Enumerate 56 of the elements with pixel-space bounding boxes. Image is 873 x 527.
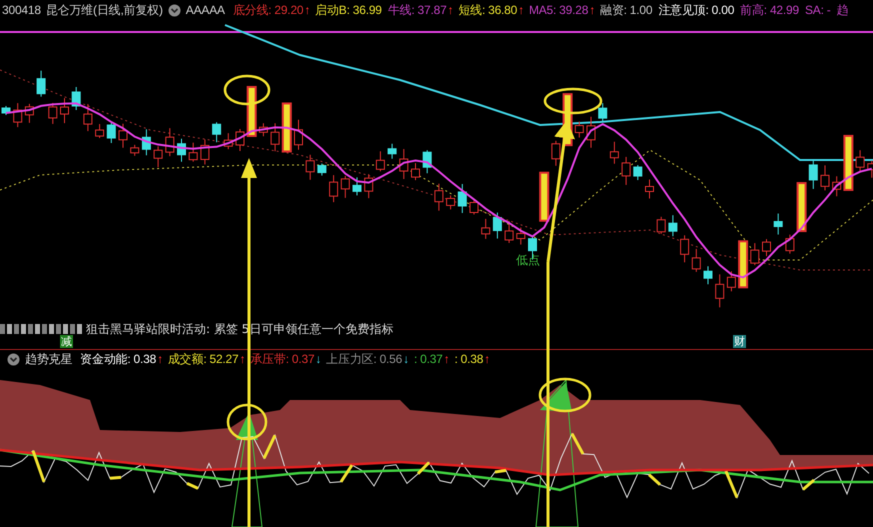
legend-value: 29.20 [274,3,304,17]
legend-label: : [454,352,458,366]
legend-label: 成交额: [168,350,206,368]
highlight-ellipse [226,404,268,440]
highlight-ellipse [544,88,602,114]
legend-label: 注意见顶: [658,2,709,18]
dropdown-icon[interactable] [168,4,181,16]
up-arrow-icon: ↑ [444,352,450,366]
up-arrow-icon: ↑ [589,3,595,17]
legend-label: 上压力区: [326,350,377,368]
legend-value: 0.00 [712,3,734,17]
legend-label: : [414,352,418,366]
up-arrow-icon: ↑ [484,352,490,366]
legend-value: 0.37 [420,352,443,366]
legend-value: 0.38 [134,352,156,366]
up-arrow-icon: ↑ [240,352,246,366]
legend-value: 0.38 [460,352,484,366]
up-arrow-icon: ↑ [448,3,454,17]
legend-value: 52.27 [209,352,238,366]
up-arrow-icon: ↑ [304,3,310,17]
highlight-ellipse [538,378,592,412]
up-arrow-icon: ↑ [157,352,163,366]
legend-label: 资金动能: [80,350,131,368]
legend-value: 42.99 [770,3,799,17]
highlight-ellipse [224,74,270,106]
legend-label: SA: [804,3,824,17]
legend-label: 启动B: [315,2,350,18]
stock-name: 昆仑万维(日线,前复权) [46,2,163,18]
event-badge: 减 [60,335,73,348]
legend-value: 0.37 [292,352,314,366]
indicator-title: 趋势克星 [25,350,72,368]
legend-value: 37.87 [418,3,447,17]
down-arrow-icon: ↓ [315,352,322,366]
legend-value: 0.56 [380,352,402,366]
legend-label: 融资: [600,2,627,18]
legend-value: 36.80 [488,3,518,17]
legend-label: 前高: [740,2,767,18]
legend-value: 1.00 [630,3,652,17]
legend-value: 36.99 [352,3,382,17]
legend-label: 趋 [836,2,848,18]
legend-label: 承压带: [250,350,289,368]
legend-label: 底分线: [232,2,272,18]
stock-code: 300418 [2,3,41,17]
indicator-name: AAAAA [186,3,225,17]
spike-area [540,382,572,412]
low-point-label: 低点 [516,252,540,269]
down-arrow-icon: ↓ [403,352,409,366]
legend-value: 39.28 [559,3,588,17]
event-badge: 财 [733,335,746,348]
up-arrow-icon: ↑ [518,3,524,17]
legend-value: - [826,3,831,17]
legend-label: 短线: [458,2,486,18]
dropdown-icon[interactable] [7,352,20,366]
bar-marks-icon [0,323,84,335]
legend-label: 牛线: [388,2,415,18]
legend-label: MA5: [528,3,556,17]
